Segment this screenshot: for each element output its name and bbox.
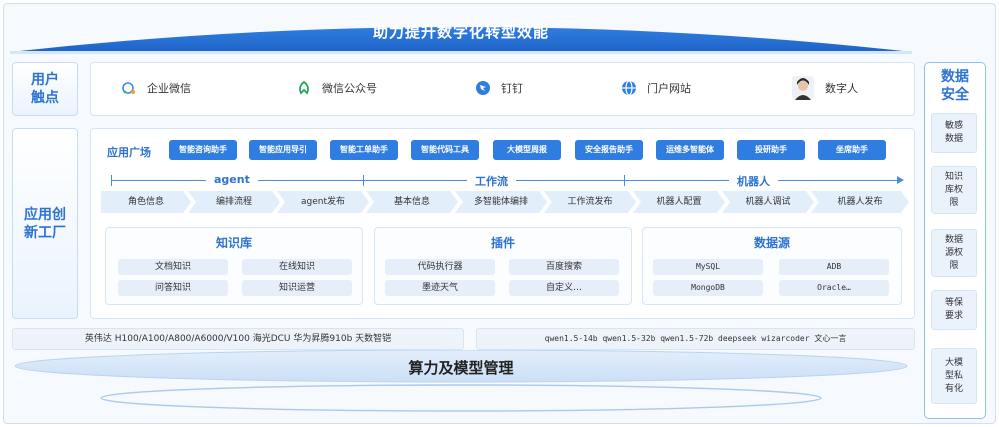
touch-point-label: 数字人 [825, 82, 858, 95]
plaza-item[interactable]: 大模型周报 [493, 140, 561, 160]
data-sources-title: 数据源 [753, 236, 790, 250]
data-source-item[interactable]: ADB [779, 259, 889, 275]
knowledge-item[interactable]: 文档知识 [118, 259, 228, 275]
plugin-item[interactable]: 墨迹天气 [385, 280, 495, 296]
stage-tick [111, 175, 112, 186]
process-step: 角色信息 [101, 191, 191, 213]
compute-model-base: 算力及模型管理 [10, 350, 912, 420]
stage-label-robot: 机器人 [729, 173, 778, 189]
digital-human-avatar [791, 76, 815, 100]
data-security-title: 数据 安全 [941, 69, 969, 103]
process-step: 工作流发布 [544, 191, 636, 213]
touch-point-portal[interactable]: 门户网站 [621, 80, 691, 96]
plugins-panel: 插件 代码执行器 百度搜索 墨迹天气 自定义… [374, 227, 632, 305]
process-step: 编排流程 [188, 191, 280, 213]
touch-points-row: 企业微信 微信公众号 钉钉 门户网站 数字人 [90, 62, 915, 116]
dingtalk-icon [475, 80, 491, 96]
touch-point-label: 钉钉 [501, 82, 523, 95]
process-step: 机器人配置 [633, 191, 725, 213]
security-item-label: 知识 库权 限 [944, 171, 963, 208]
process-step: 多智能体编排 [455, 191, 547, 213]
app-factory-label-text: 应用创 新工厂 [24, 206, 66, 241]
plaza-item[interactable]: 智能应用导引 [249, 140, 317, 160]
stage-tick [363, 175, 364, 186]
security-item-label: 数据 源权 限 [944, 234, 963, 271]
touch-point-wechat-official[interactable]: 微信公众号 [296, 80, 377, 96]
process-step: 机器人调试 [722, 191, 814, 213]
data-security-column: 数据 安全 敏感 数据 知识 库权 限 数据 源权 限 等保 要求 大模 型私 … [924, 62, 986, 419]
security-item[interactable]: 数据 源权 限 [931, 229, 977, 277]
data-source-item[interactable]: Oracle… [779, 280, 889, 296]
security-item[interactable]: 等保 要求 [931, 290, 977, 330]
knowledge-base-panel: 知识库 文档知识 在线知识 问答知识 知识运营 [105, 227, 363, 305]
touch-point-dingtalk[interactable]: 钉钉 [475, 80, 523, 96]
plaza-item[interactable]: 智能代码工具 [411, 140, 479, 160]
knowledge-item[interactable]: 知识运营 [242, 280, 352, 296]
touch-points-label-text: 用户 触点 [31, 72, 59, 106]
knowledge-base-title: 知识库 [215, 236, 252, 250]
touch-point-digital-human[interactable]: 数字人 [791, 76, 858, 100]
data-source-item[interactable]: MySQL [653, 259, 763, 275]
plaza-item[interactable]: 运维多智能体 [656, 140, 724, 160]
app-factory-label: 应用创 新工厂 [12, 128, 78, 319]
security-item[interactable]: 知识 库权 限 [931, 166, 977, 214]
touch-point-label: 微信公众号 [322, 82, 377, 95]
security-item-label: 等保 要求 [944, 298, 963, 321]
touch-point-wecom[interactable]: 企业微信 [121, 80, 191, 96]
knowledge-item[interactable]: 在线知识 [242, 259, 352, 275]
wecom-icon [121, 80, 137, 96]
compute-model-title: 算力及模型管理 [408, 359, 514, 377]
security-item[interactable]: 大模 型私 有化 [931, 348, 977, 404]
knowledge-item[interactable]: 问答知识 [118, 280, 228, 296]
stage-tick [624, 175, 625, 186]
data-source-item[interactable]: MongoDB [653, 280, 763, 296]
security-item-label: 敏感 数据 [944, 121, 963, 144]
process-step: agent发布 [277, 191, 369, 213]
touch-points-label: 用户 触点 [12, 62, 78, 116]
security-item[interactable]: 敏感 数据 [931, 113, 977, 153]
plaza-item[interactable]: 安全报告助手 [575, 140, 643, 160]
stage-label-agent: agent [206, 173, 258, 186]
touch-point-label: 企业微信 [147, 82, 191, 95]
plaza-item[interactable]: 智能工单助手 [330, 140, 398, 160]
security-item-label: 大模 型私 有化 [944, 357, 963, 394]
plugins-title: 插件 [490, 236, 515, 250]
touch-point-label: 门户网站 [647, 82, 691, 95]
wechat-official-icon [296, 80, 312, 96]
app-factory-panel: 应用广场 智能咨询助手 智能应用导引 智能工单助手 智能代码工具 大模型周报 安… [90, 128, 915, 319]
process-step: 基本信息 [366, 191, 458, 213]
process-steps: 角色信息 编排流程 agent发布 基本信息 多智能体编排 工作流发布 机器人配… [101, 191, 911, 213]
top-banner: 助力提升数字化转型效能 [10, 8, 912, 54]
stage-arrow-head [897, 176, 904, 184]
plaza-item[interactable]: 坐席助手 [818, 140, 886, 160]
stage-label-workflow: 工作流 [467, 173, 516, 189]
plaza-item[interactable]: 智能咨询助手 [169, 140, 237, 160]
plaza-item[interactable]: 投研助手 [737, 140, 805, 160]
banner-title: 助力提升数字化转型效能 [372, 23, 549, 41]
model-list: qwen1.5-14b qwen1.5-32b qwen1.5-72b deep… [476, 328, 915, 350]
process-step: 机器人发布 [811, 191, 909, 213]
app-plaza-label: 应用广场 [107, 146, 151, 159]
globe-icon [621, 80, 637, 96]
hardware-list: 英伟达 H100/A100/A800/A6000/V100 海光DCU 华为昇腾… [12, 328, 464, 350]
plugin-item[interactable]: 代码执行器 [385, 259, 495, 275]
data-sources-panel: 数据源 MySQL ADB MongoDB Oracle… [642, 227, 902, 305]
plugin-item[interactable]: 百度搜索 [509, 259, 619, 275]
plugin-item[interactable]: 自定义… [509, 280, 619, 296]
